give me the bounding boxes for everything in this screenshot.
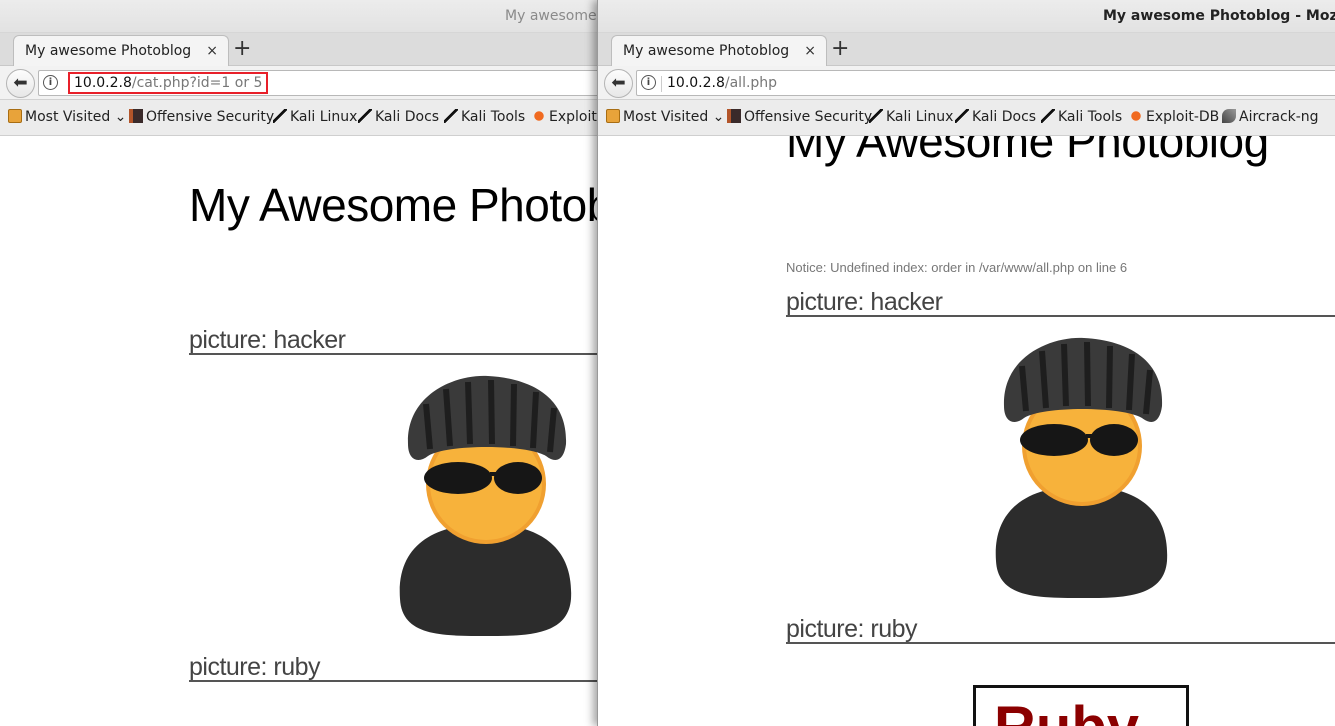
aircrack-icon	[1222, 109, 1236, 123]
picture-heading-hacker[interactable]: picture: hacker	[786, 288, 943, 317]
url-bar[interactable]: i 10.0.2.8/cat.php?id=1 or 5	[38, 70, 610, 96]
tab-strip: My awesome Photoblog × +	[0, 33, 610, 66]
url-path: /all.php	[724, 75, 778, 91]
kali-dragon-icon	[1041, 109, 1055, 123]
heading-rule	[189, 353, 610, 355]
picture-heading-ruby[interactable]: picture: ruby	[786, 615, 918, 644]
bookmark-aircrack-ng[interactable]: Aircrack-ng	[1222, 109, 1319, 125]
exploit-db-icon	[1129, 109, 1143, 123]
back-arrow-icon[interactable]: ⬅	[6, 69, 35, 98]
tab-label: My awesome Photoblog	[623, 43, 790, 59]
tab-strip: My awesome Photoblog × +	[598, 33, 1335, 66]
window-title: My awesome	[505, 8, 597, 24]
url-host: 10.0.2.8	[74, 75, 132, 91]
ruby-logo-text: Ruby	[994, 694, 1139, 726]
browser-chrome: My awesome My awesome Photoblog × + ⬅ i …	[0, 0, 610, 136]
bookmark-kali-docs[interactable]: Kali Docs	[955, 109, 1036, 125]
info-icon[interactable]: i	[641, 75, 656, 90]
new-tab-button[interactable]: +	[233, 37, 251, 61]
url-bar[interactable]: i 10.0.2.8/all.php	[636, 70, 1335, 96]
bookmark-kali-tools[interactable]: Kali Tools	[444, 109, 525, 125]
hacker-picture[interactable]	[396, 374, 576, 638]
site-title: My Awesome Photob	[189, 179, 610, 231]
bookmark-offensive-security[interactable]: Offensive Security	[129, 109, 274, 125]
bookmark-label: Kali Tools	[461, 109, 526, 125]
bookmark-kali-linux[interactable]: Kali Linux	[869, 109, 953, 125]
bookmarks-toolbar: Most Visited ⌄ Offensive Security Kali L…	[0, 100, 610, 136]
bookmark-kali-docs[interactable]: Kali Docs	[358, 109, 439, 125]
bookmark-label: Most Visited	[623, 109, 709, 125]
bookmark-exploit-db[interactable]: Exploit-	[532, 109, 602, 125]
navigation-bar: ⬅ i 10.0.2.8/all.php	[598, 66, 1335, 100]
bookmark-kali-tools[interactable]: Kali Tools	[1041, 109, 1122, 125]
bookmark-label: Exploit-DB	[1146, 109, 1220, 125]
tab-photoblog[interactable]: My awesome Photoblog ×	[611, 35, 827, 66]
chevron-down-icon: ⌄	[708, 109, 725, 125]
navigation-bar: ⬅ i 10.0.2.8/cat.php?id=1 or 5	[0, 66, 610, 100]
url-host: 10.0.2.8	[667, 75, 725, 91]
folder-icon	[8, 109, 22, 123]
url-path: /cat.php?id=1 or 5	[131, 75, 263, 91]
exploit-db-icon	[532, 109, 546, 123]
url-separator	[661, 76, 662, 92]
bookmark-label: Kali Docs	[972, 109, 1037, 125]
bookmark-offensive-security[interactable]: Offensive Security	[727, 109, 872, 125]
folder-icon	[606, 109, 620, 123]
page-content: My Awesome Photoblog Notice: Undefined i…	[598, 136, 1335, 726]
title-bar: My awesome	[0, 0, 610, 33]
bookmark-label: Kali Tools	[1058, 109, 1123, 125]
kali-dragon-icon	[444, 109, 458, 123]
kali-dragon-icon	[869, 109, 883, 123]
heading-rule	[189, 680, 610, 682]
back-arrow-icon[interactable]: ⬅	[604, 69, 633, 98]
bookmark-label: Kali Linux	[290, 109, 358, 125]
site-title: My Awesome Photoblog	[786, 136, 1269, 167]
picture-heading-hacker[interactable]: picture: hacker	[189, 326, 346, 355]
bookmark-label: Kali Docs	[375, 109, 440, 125]
new-tab-button[interactable]: +	[831, 37, 849, 61]
kali-dragon-icon	[955, 109, 969, 123]
offsec-icon	[727, 109, 741, 123]
bookmarks-toolbar: Most Visited ⌄ Offensive Security Kali L…	[598, 100, 1335, 136]
kali-dragon-icon	[358, 109, 372, 123]
url-text[interactable]: 10.0.2.8/cat.php?id=1 or 5	[68, 72, 269, 94]
heading-rule	[786, 315, 1335, 317]
info-icon[interactable]: i	[43, 75, 58, 90]
php-notice: Notice: Undefined index: order in /var/w…	[786, 260, 1128, 275]
window-title: My awesome Photoblog - Mozilla Fi	[1103, 8, 1335, 24]
bookmark-label: Aircrack-ng	[1239, 109, 1319, 125]
offsec-icon	[129, 109, 143, 123]
left-browser-window: My awesome My awesome Photoblog × + ⬅ i …	[0, 0, 610, 726]
picture-heading-ruby[interactable]: picture: ruby	[189, 653, 321, 682]
bookmark-kali-linux[interactable]: Kali Linux	[273, 109, 357, 125]
bookmark-label: Exploit-	[549, 109, 602, 125]
hacker-picture[interactable]	[992, 336, 1172, 600]
close-tab-icon[interactable]: ×	[206, 43, 218, 59]
browser-chrome: My awesome Photoblog - Mozilla Fi My awe…	[598, 0, 1335, 136]
url-text[interactable]: 10.0.2.8/all.php	[667, 75, 777, 91]
ruby-picture[interactable]: Ruby	[973, 685, 1189, 726]
kali-dragon-icon	[273, 109, 287, 123]
bookmark-label: Kali Linux	[886, 109, 954, 125]
bookmark-label: Most Visited	[25, 109, 111, 125]
bookmark-exploit-db[interactable]: Exploit-DB	[1129, 109, 1219, 125]
heading-rule	[786, 642, 1335, 644]
close-tab-icon[interactable]: ×	[804, 43, 816, 59]
right-browser-window: My awesome Photoblog - Mozilla Fi My awe…	[597, 0, 1335, 726]
bookmark-label: Offensive Security	[744, 109, 873, 125]
chevron-down-icon: ⌄	[110, 109, 127, 125]
tab-photoblog[interactable]: My awesome Photoblog ×	[13, 35, 229, 66]
tab-label: My awesome Photoblog	[25, 43, 192, 59]
page-content: My Awesome Photob picture: hacker pictur…	[0, 136, 610, 726]
bookmark-label: Offensive Security	[146, 109, 275, 125]
bookmark-most-visited[interactable]: Most Visited ⌄	[606, 109, 724, 125]
bookmark-most-visited[interactable]: Most Visited ⌄	[8, 109, 126, 125]
title-bar: My awesome Photoblog - Mozilla Fi	[598, 0, 1335, 33]
